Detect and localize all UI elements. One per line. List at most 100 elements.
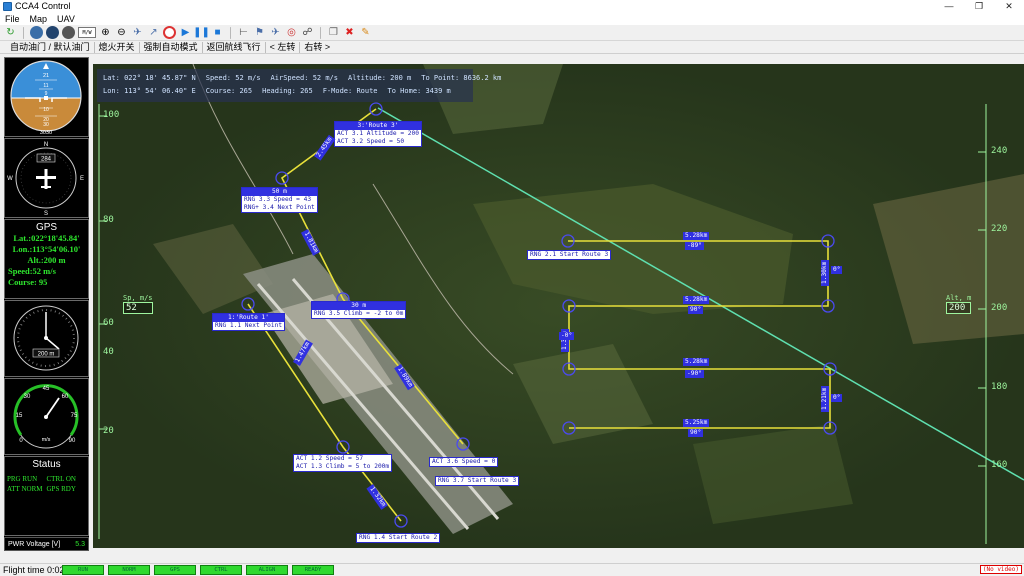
speed-tick: 20 — [103, 426, 114, 436]
waypoint-label-route1[interactable]: 1:'Route 1' RNG 1.1 Next Point — [212, 313, 286, 331]
route-icon[interactable]: ↗ — [147, 26, 160, 39]
menu-map[interactable]: Map — [25, 14, 53, 24]
waypoint-label-route3c[interactable]: 30 m RNG 3.5 Climb = -2 to 0m — [311, 301, 407, 319]
record-icon[interactable] — [163, 26, 176, 39]
distance-tag: 5.28km — [683, 358, 710, 366]
distance-tag: 1.21km — [821, 385, 829, 412]
altitude-scale-label: Alt, m — [946, 294, 972, 302]
route1-title: 1:'Route 1' — [213, 314, 285, 322]
route3c-line: RNG 3.5 Climb = -2 to 0m — [314, 310, 404, 317]
return-route-button[interactable]: 返回航线飞行 — [203, 41, 266, 53]
force-auto-button[interactable]: 强制自动模式 — [140, 41, 203, 53]
rings-icon[interactable]: ◎ — [285, 26, 298, 39]
waypoint-label-route3d[interactable]: ACT 3.6 Speed = 0 — [429, 457, 499, 467]
compass-s: S — [44, 211, 48, 217]
ruler-icon[interactable]: ⊢ — [237, 26, 250, 39]
instrument-panel: 21 11 9 10 20 30 3030 N E S W 284 GPS La… — [4, 57, 89, 551]
attitude-bottom-label: 3030 — [40, 130, 52, 136]
tel-lon-label: Lon: — [103, 87, 120, 95]
stop-icon[interactable]: ■ — [211, 26, 224, 39]
tel-topoint: 8636.2 km — [463, 74, 502, 82]
menu-uav[interactable]: UAV — [52, 14, 80, 24]
route3-line: ACT 3.2 Speed = 50 — [337, 138, 405, 145]
altimeter-value: 200 m — [38, 352, 55, 358]
speed-tick: 40 — [103, 347, 114, 357]
map-canvas[interactable] — [93, 64, 1024, 548]
tel-altitude-label: Altitude: — [348, 74, 386, 82]
status-align-button[interactable]: ALIGN — [246, 565, 288, 575]
bearing-tag: 0° — [831, 266, 843, 274]
altitude-tick: 180 — [991, 382, 1008, 392]
globe-icon[interactable] — [30, 26, 43, 39]
bearing-tag: 90° — [688, 306, 704, 314]
status-gps-button[interactable]: GPS — [154, 565, 196, 575]
speed-unit: m/s — [42, 437, 51, 443]
bearing-tag: -90° — [685, 370, 704, 378]
command-bar: 自动油门 / 默认油门 熄火开关 强制自动模式 返回航线飞行 < 左转 右转 > — [0, 41, 1024, 54]
menu-file[interactable]: File — [0, 14, 25, 24]
antenna-icon[interactable]: ☍ — [301, 26, 314, 39]
play-icon[interactable]: ▶ — [179, 26, 192, 39]
gps-lat: Lat.:022°18'45.84' — [13, 233, 80, 243]
waypoint-icon[interactable]: ⚑ — [253, 26, 266, 39]
plane-icon[interactable]: ✈ — [131, 26, 144, 39]
edit-icon[interactable]: ✎ — [359, 26, 372, 39]
waypoint-label-route2[interactable]: RNG 2.1 Start Route 3 — [527, 250, 612, 260]
status-ctrl-button[interactable]: CTRL — [200, 565, 242, 575]
waypoint-label-route1-start2[interactable]: RNG 1.4 Start Route 2 — [356, 533, 441, 543]
waypoint-label-route1-end[interactable]: ACT 1.2 Speed = 57 ACT 1.3 Climb = 5 to … — [293, 454, 393, 472]
zoom-in-icon[interactable]: ⊕ — [99, 26, 112, 39]
gps-course: Course: 95 — [8, 277, 48, 287]
route3e-line: RNG 3.7 Start Route 3 — [438, 477, 517, 484]
route3-line: ACT 3.1 Altitude = 200 — [337, 130, 419, 137]
route1-end-line: ACT 1.3 Climb = 5 to 200m — [296, 463, 390, 470]
tel-airspeed: 52 m/s — [312, 74, 338, 82]
turn-left-button[interactable]: < 左转 — [266, 41, 301, 53]
delete-icon[interactable]: ✖ — [343, 26, 356, 39]
plane-land-icon[interactable]: ✈ — [269, 26, 282, 39]
route3b-line: RNG 3.3 Speed = 43 — [244, 196, 312, 203]
compass-e: E — [80, 176, 84, 182]
heading-indicator: N E S W 284 — [4, 138, 89, 218]
status-ctrl: CTRL ON — [46, 475, 77, 483]
attitude-tick: 21 — [43, 73, 49, 79]
pwr-label: PWR Voltage [V] — [8, 540, 61, 548]
tel-lat-label: Lat: — [103, 74, 120, 82]
waypoint-label-route3[interactable]: 3:'Route 3' ACT 3.1 Altitude = 200 ACT 3… — [334, 121, 422, 147]
no-video-indicator: (No video) — [979, 565, 1022, 574]
waypoint-label-route3b[interactable]: 50 m RNG 3.3 Speed = 43 RNG+ 3.4 Next Po… — [241, 187, 318, 213]
sphere-icon[interactable] — [62, 26, 75, 39]
bearing-tag: -89° — [685, 242, 704, 250]
zoom-out-icon[interactable]: ⊖ — [115, 26, 128, 39]
heading-value: 284 — [41, 157, 52, 163]
pause-icon[interactable]: ❚❚ — [193, 26, 210, 39]
speed-tick: 75 — [71, 413, 78, 419]
map-view[interactable]: Lat: 022° 18' 45.87" N Speed: 52 m/s Air… — [93, 64, 1024, 548]
route3c-title: 30 m — [312, 302, 406, 310]
status-ready-button[interactable]: READY — [292, 565, 334, 575]
maximize-button[interactable]: ❐ — [964, 1, 994, 12]
title-bar: CCA4 Control — ❐ ✕ — [0, 0, 1024, 12]
globe-dark-icon[interactable] — [46, 26, 59, 39]
route3d-line: ACT 3.6 Speed = 0 — [432, 458, 496, 465]
waypoint-label-route3e[interactable]: RNG 3.7 Start Route 3 — [435, 476, 520, 486]
status-norm-button[interactable]: NORM — [108, 565, 150, 575]
copy-icon[interactable]: ❐ — [327, 26, 340, 39]
telemetry-panel: Lat: 022° 18' 45.87" N Speed: 52 m/s Air… — [97, 69, 501, 102]
mw-toggle[interactable]: M/W — [78, 27, 96, 38]
route1-end-line: ACT 1.2 Speed = 57 — [296, 455, 364, 462]
attitude-tick: 10 — [43, 107, 49, 113]
gps-title: GPS — [35, 222, 58, 233]
speed-tick: 60 — [62, 394, 69, 400]
attitude-indicator: 21 11 9 10 20 30 3030 — [4, 57, 89, 137]
status-run-button[interactable]: RUN — [62, 565, 104, 575]
close-button[interactable]: ✕ — [994, 1, 1024, 12]
throttle-mode-button[interactable]: 自动油门 / 默认油门 — [6, 41, 95, 53]
turn-right-button[interactable]: 右转 > — [300, 42, 334, 53]
engine-kill-button[interactable]: 熄火开关 — [95, 41, 140, 53]
tel-speed: 52 m/s — [235, 74, 261, 82]
toolbar: ↻ M/W ⊕ ⊖ ✈ ↗ ▶ ❚❚ ■ ⊢ ⚑ ✈ ◎ ☍ ❐ ✖ ✎ — [0, 25, 1024, 41]
refresh-icon[interactable]: ↻ — [4, 26, 17, 39]
minimize-button[interactable]: — — [934, 1, 964, 11]
toolbar-separator — [23, 26, 24, 39]
